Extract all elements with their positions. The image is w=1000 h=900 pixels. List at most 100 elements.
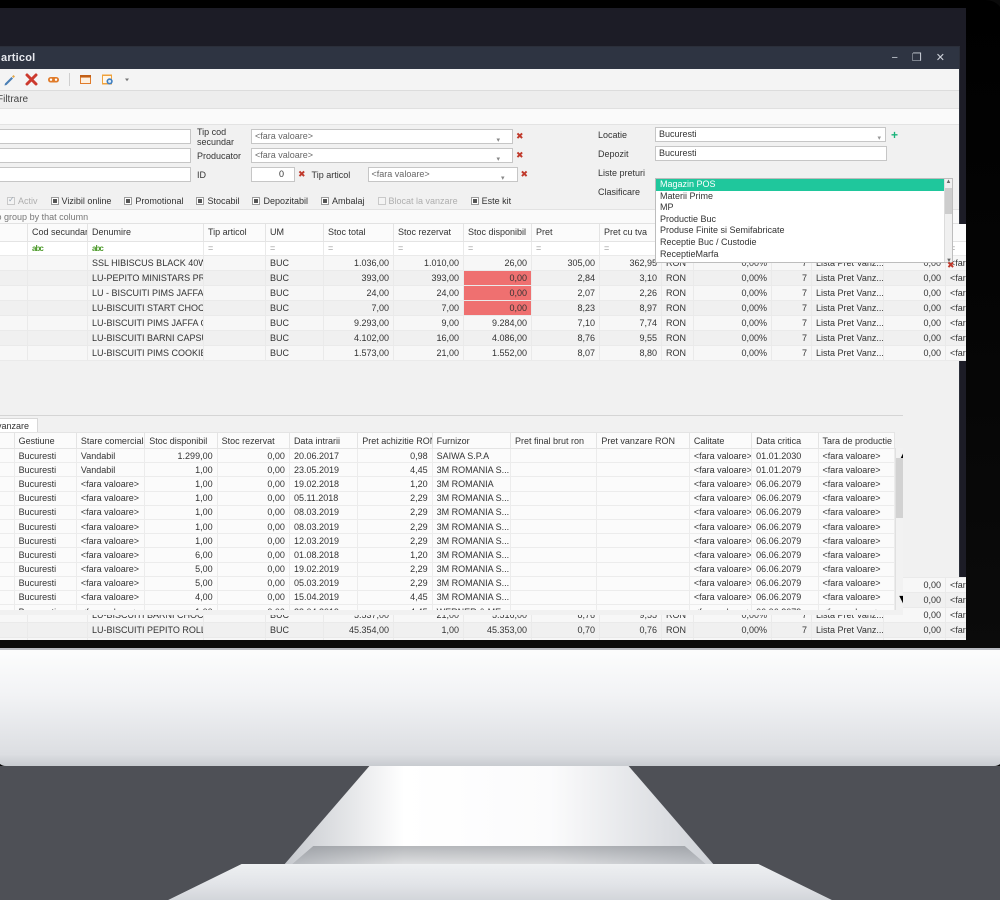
scroll-down-icon[interactable]: ▼: [896, 592, 903, 610]
table-row[interactable]: ⌐S205LU-BISCUITI PIMS JAFFA CAKE CI...BU…: [0, 314, 966, 331]
col-pret[interactable]: Pret: [531, 224, 600, 242]
table-row[interactable]: 06.06.2079--Bucuresti<fara valoare>5,000…: [0, 575, 895, 591]
table-row[interactable]: ⌐S217LU-BISCUITI PIMS COOKIES ALUN...BUC…: [0, 344, 966, 361]
col-um[interactable]: UM: [265, 224, 324, 242]
checkbox-este-kit[interactable]: Este kit: [470, 196, 511, 206]
combo-depozit[interactable]: Bucuresti: [655, 146, 887, 161]
search-text-input-1[interactable]: [0, 129, 191, 144]
col-tip-articol[interactable]: Tip articol: [203, 224, 266, 242]
col-stoc-disponibil[interactable]: Stoc disponibil: [463, 224, 532, 242]
scrollbar-thumb[interactable]: [945, 188, 952, 214]
table-row[interactable]: ⌐5088LU-BISCUITI START 4 CEREALE 3...BUC…: [0, 637, 966, 640]
combo-tip-articol[interactable]: <fara valoare> ▾: [367, 167, 518, 182]
maximize-button[interactable]: ❐: [912, 52, 922, 64]
col-pret-final-brut-ron[interactable]: Pret final brut ron: [509, 432, 598, 449]
col-calitate[interactable]: Calitate: [688, 432, 753, 449]
table-row[interactable]: ⌐S206LU-BISCUITI BARNI CAPSUNI FAM...BUC…: [0, 329, 966, 346]
search-text-input-3[interactable]: [0, 167, 191, 182]
col-data-critica[interactable]: Data critica: [751, 432, 819, 449]
tab-relatii-vanzare[interactable]: Relatii vanzare: [0, 418, 39, 432]
table-row[interactable]: 06.06.20792446624Bucuresti<fara valoare>…: [0, 476, 895, 492]
col-cod-secundar[interactable]: Cod secundar: [27, 224, 88, 242]
col-stare-comerciala[interactable]: Stare comerciala: [75, 432, 146, 449]
filter-cell-denumire[interactable]: abc: [87, 240, 204, 256]
detail-grid-scrollbar[interactable]: ▲ ▼: [895, 448, 903, 610]
toolbar: [0, 69, 959, 91]
col-furnizor[interactable]: Furnizor: [431, 432, 512, 449]
col-numar-lot[interactable]: Numar lot: [0, 432, 15, 449]
combo-tip-cod-secundar[interactable]: <fara valoare> ▾: [251, 129, 513, 144]
col-stoc-total[interactable]: Stoc total: [323, 224, 394, 242]
checkbox-vizibil-online[interactable]: Vizibil online: [50, 196, 111, 206]
export-window-icon[interactable]: [79, 73, 92, 86]
dropdown-item-receptiemarfa[interactable]: ReceptieMarfa: [656, 249, 952, 261]
filter-cell-pret-tva[interactable]: =: [599, 240, 662, 256]
col-cod[interactable]: Cod: [0, 224, 28, 242]
table-row[interactable]: 06.06.20792446927Bucuresti<fara valoare>…: [0, 547, 895, 563]
table-row[interactable]: 01.01.2030 2231879BucurestiVandabil1.299,…: [0, 447, 895, 464]
checkbox-blocat-la-vanzare[interactable]: Blocat la vanzare: [377, 196, 458, 206]
combo-producator[interactable]: <fara valoare> ▾: [251, 148, 513, 163]
dropdown-item-productie-buc[interactable]: Productie Buc: [656, 214, 952, 226]
table-row[interactable]: ⌐S226LU-BISCUITI PEPITO ROLL COCO...BUC4…: [0, 622, 966, 638]
edit-pencil-icon[interactable]: [3, 73, 16, 86]
checkbox-stocabil[interactable]: Stocabil: [196, 196, 239, 206]
col-pret-vanzare-ron[interactable]: Pret vanzare RON: [596, 432, 690, 449]
col-denumire[interactable]: Denumire: [87, 224, 204, 242]
add-locatie-button[interactable]: +: [891, 129, 898, 141]
table-row[interactable]: ⌐S0194LU - BISCUITI PIMS JAFFA CAKE O...…: [0, 284, 966, 301]
dropdown-arrow-icon[interactable]: [123, 73, 131, 86]
link-pill-icon[interactable]: [47, 73, 60, 86]
table-row[interactable]: ⌐S0115LU-PEPITO MINISTARS PROMO B...BUC3…: [0, 269, 966, 286]
col-gestiune[interactable]: Gestiune: [13, 432, 77, 449]
dropdown-item-materii-prime[interactable]: Materii Prime: [656, 191, 952, 203]
clear-tip-articol-button[interactable]: ✖: [521, 169, 529, 180]
refresh-search-icon[interactable]: [101, 73, 114, 86]
checkbox-activ[interactable]: Activ: [7, 195, 38, 206]
scroll-up-icon[interactable]: ▲: [945, 179, 952, 185]
filter-cell-cod-secundar[interactable]: abc: [27, 240, 88, 256]
table-row[interactable]: 06.06.2079--Bucuresti<fara valoare>1,000…: [0, 490, 895, 506]
filter-cell-cod[interactable]: abc: [0, 240, 28, 256]
table-row[interactable]: ⌐S204LU-BISCUITI START CHOCO FAMI...BUC7…: [0, 299, 966, 316]
table-row[interactable]: 01.01.2079 --BucurestiVandabil1,000,0023.…: [0, 462, 895, 478]
dropdown-item-magazin-pos[interactable]: Magazin POS: [656, 179, 952, 191]
table-row[interactable]: 06.06.2079--Bucuresti<fara valoare>1,000…: [0, 518, 895, 535]
clear-depozit-button[interactable]: ✖: [947, 260, 955, 271]
col-tara-de-productie[interactable]: Tara de productie: [817, 432, 895, 449]
combo-locatie[interactable]: Bucuresti ▾: [655, 127, 886, 142]
col-stoc-rezervat-detail[interactable]: Stoc rezervat: [216, 432, 290, 449]
search-text-input-2[interactable]: [0, 148, 191, 163]
table-row[interactable]: 06.06.2079--Bucuresti<fara valoare>5,000…: [0, 561, 895, 577]
delete-x-icon[interactable]: [25, 73, 38, 86]
clear-id-button[interactable]: ✖: [298, 169, 306, 180]
col-pret-cu-tva[interactable]: Pret cu tva: [599, 224, 662, 242]
col-stoc-rezervat[interactable]: Stoc rezervat: [393, 224, 464, 242]
filter-cell-tip[interactable]: =: [203, 240, 266, 256]
clear-producator-button[interactable]: ✖: [516, 150, 524, 161]
table-row[interactable]: 06.06.2079--Bucuresti<fara valoare>1,000…: [0, 604, 895, 610]
filter-cell-um[interactable]: =: [265, 240, 324, 256]
scrollbar-thumb[interactable]: [896, 458, 903, 518]
checkbox-depozitabil[interactable]: Depozitabil: [252, 196, 308, 206]
id-number-stepper[interactable]: 0: [251, 167, 295, 182]
checkbox-promotional[interactable]: Promotional: [124, 196, 183, 206]
table-row[interactable]: 06.06.2079--Bucuresti<fara valoare>4,000…: [0, 589, 895, 606]
col-stoc-disponibil-detail[interactable]: Stoc disponibil: [144, 432, 218, 449]
clear-tip-cod-secundar-button[interactable]: ✖: [516, 131, 524, 142]
dropdown-item-mp[interactable]: MP: [656, 202, 952, 214]
filter-cell-stoc-rez[interactable]: =: [393, 240, 464, 256]
filter-cell-stoc-total[interactable]: =: [323, 240, 394, 256]
col-pret-achizitie-ron[interactable]: Pret achizitie RON: [357, 432, 433, 449]
dropdown-item-produse-finite[interactable]: Produse Finite si Semifabricate: [656, 225, 952, 237]
table-row[interactable]: 06.06.2079--Bucuresti<fara valoare>1,000…: [0, 504, 895, 520]
col-data-intrarii[interactable]: Data intrarii: [288, 432, 359, 449]
filter-cell-pret[interactable]: =: [531, 240, 600, 256]
close-button[interactable]: ✕: [936, 52, 945, 64]
table-row[interactable]: 06.06.2079--Bucuresti<fara valoare>1,000…: [0, 533, 895, 549]
dropdown-item-receptie-buc-custodie[interactable]: Receptie Buc / Custodie: [656, 237, 952, 249]
dropdown-scrollbar[interactable]: ▲ ▼: [944, 179, 952, 262]
minimize-button[interactable]: −: [891, 52, 897, 64]
filter-cell-stoc-disp[interactable]: =: [463, 240, 532, 256]
checkbox-ambalaj[interactable]: Ambalaj: [321, 196, 365, 206]
